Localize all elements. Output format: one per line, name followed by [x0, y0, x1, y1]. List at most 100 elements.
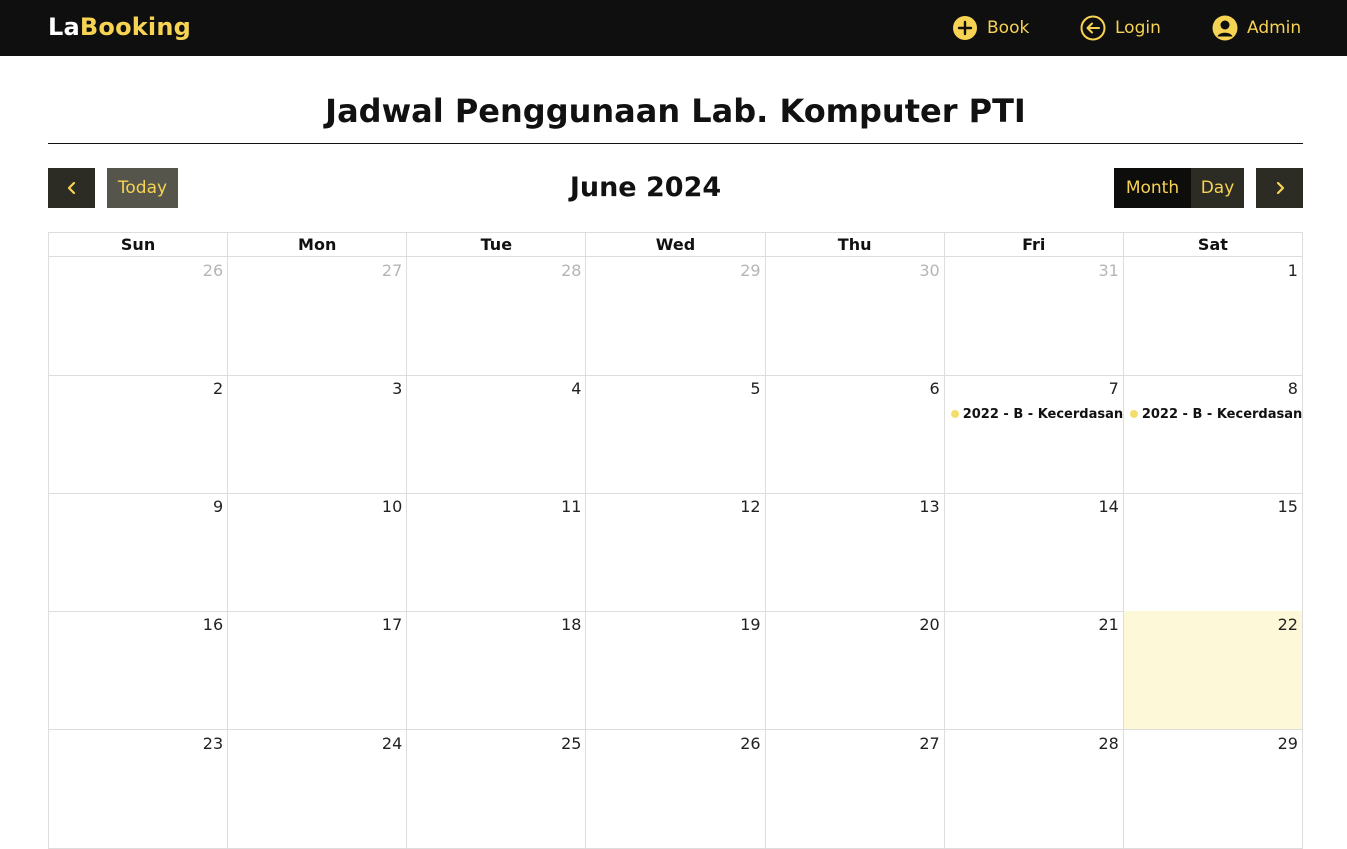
- day-number[interactable]: 26: [740, 734, 760, 753]
- day-number[interactable]: 29: [740, 261, 760, 280]
- day-number[interactable]: 29: [1278, 734, 1298, 753]
- calendar-day-cell[interactable]: 15: [1124, 493, 1303, 611]
- day-number[interactable]: 18: [561, 615, 581, 634]
- calendar-day-cell[interactable]: 29: [586, 257, 766, 375]
- calendar-day-cell[interactable]: 8 2022 - B - Kecerdasan Buatan: [1124, 375, 1303, 493]
- calendar-day-cell-today[interactable]: 22: [1123, 611, 1303, 729]
- day-number[interactable]: 19: [740, 615, 760, 634]
- calendar-day-cell[interactable]: 26: [586, 730, 766, 848]
- day-number[interactable]: 1: [1288, 261, 1298, 280]
- month-view-button[interactable]: Month: [1114, 168, 1191, 208]
- calendar-day-cell[interactable]: 10: [228, 493, 408, 611]
- plus-circle-icon: [953, 16, 977, 40]
- day-number[interactable]: 22: [1278, 615, 1298, 634]
- weekday-header: Tue: [407, 233, 587, 256]
- today-button[interactable]: Today: [107, 168, 178, 208]
- day-number[interactable]: 2: [213, 379, 223, 398]
- calendar-day-cell[interactable]: 27: [228, 257, 408, 375]
- calendar-day-cell[interactable]: 17: [228, 611, 408, 729]
- calendar-event[interactable]: 2022 - B - Kecerdasan Buatan: [950, 405, 1123, 423]
- calendar-day-cell[interactable]: 7 2022 - B - Kecerdasan Buatan: [945, 375, 1124, 493]
- calendar-day-cell[interactable]: 5: [586, 375, 766, 493]
- day-number[interactable]: 16: [203, 615, 223, 634]
- day-number[interactable]: 3: [392, 379, 402, 398]
- calendar-day-cell[interactable]: 18: [407, 611, 587, 729]
- day-number[interactable]: 6: [930, 379, 940, 398]
- day-number[interactable]: 9: [213, 497, 223, 516]
- calendar-day-cell[interactable]: 28: [407, 257, 587, 375]
- calendar-day-cell[interactable]: 9: [49, 493, 229, 611]
- day-number[interactable]: 7: [1109, 379, 1119, 398]
- calendar-day-cell[interactable]: 20: [766, 611, 945, 729]
- day-number[interactable]: 28: [1098, 734, 1118, 753]
- weekday-header: Sat: [1197, 235, 1228, 254]
- title-divider: [48, 143, 1303, 144]
- nav-book-label: Book: [987, 18, 1030, 38]
- day-number[interactable]: 13: [919, 497, 939, 516]
- event-title: 2022 - B - Kecerdasan Buatan: [962, 406, 1123, 422]
- day-view-button[interactable]: Day: [1191, 168, 1244, 208]
- calendar-day-cell[interactable]: 25: [407, 730, 587, 848]
- next-month-button[interactable]: [1256, 168, 1303, 208]
- calendar-day-cell[interactable]: 19: [586, 611, 766, 729]
- calendar-month-title: June 2024: [569, 172, 722, 203]
- page-title: Jadwal Penggunaan Lab. Komputer PTI: [325, 92, 1026, 130]
- day-number[interactable]: 27: [382, 261, 402, 280]
- arrow-left-circle-icon: [1080, 15, 1106, 41]
- day-number[interactable]: 30: [919, 261, 939, 280]
- nav-admin-link[interactable]: Admin: [1212, 14, 1301, 42]
- weekday-header: Wed: [586, 233, 766, 256]
- calendar-week-row: 26 27 28 29 30 31 1: [48, 257, 1303, 376]
- calendar-day-cell[interactable]: 4: [407, 375, 587, 493]
- day-number[interactable]: 25: [561, 734, 581, 753]
- calendar-day-cell[interactable]: 14: [945, 493, 1124, 611]
- calendar-day-cell[interactable]: 24: [228, 730, 408, 848]
- calendar-day-cell[interactable]: 23: [49, 730, 229, 848]
- day-number[interactable]: 20: [919, 615, 939, 634]
- day-number[interactable]: 4: [571, 379, 581, 398]
- calendar-week-row: 9 10 11 12 13 14 15: [48, 493, 1303, 612]
- day-number[interactable]: 26: [203, 261, 223, 280]
- day-number[interactable]: 12: [740, 497, 760, 516]
- calendar-day-cell[interactable]: 26: [49, 257, 229, 375]
- day-number[interactable]: 11: [561, 497, 581, 516]
- calendar-day-cell[interactable]: 1: [1124, 257, 1303, 375]
- calendar-day-cell[interactable]: 6: [766, 375, 945, 493]
- day-number[interactable]: 24: [382, 734, 402, 753]
- weekday-header: Thu: [766, 233, 945, 256]
- brand-logo[interactable]: LaBooking: [48, 13, 191, 41]
- calendar-day-cell[interactable]: 12: [586, 493, 766, 611]
- chevron-left-icon: [67, 181, 75, 195]
- calendar-day-cell[interactable]: 29: [1124, 730, 1303, 848]
- day-number[interactable]: 14: [1098, 497, 1118, 516]
- weekday-header: Fri: [945, 233, 1124, 256]
- calendar-week-row: 2 3 4 5 6 7 2022 - B - Kecerdasan Buatan 8 2022 …: [48, 375, 1303, 494]
- calendar-event[interactable]: 2022 - B - Kecerdasan Buatan: [1129, 405, 1302, 423]
- day-number[interactable]: 23: [203, 734, 223, 753]
- day-number[interactable]: 27: [919, 734, 939, 753]
- day-number[interactable]: 8: [1288, 379, 1298, 398]
- calendar-day-cell[interactable]: 27: [766, 730, 945, 848]
- weekday-header: Mon: [228, 233, 408, 256]
- day-number[interactable]: 15: [1278, 497, 1298, 516]
- day-number[interactable]: 17: [382, 615, 402, 634]
- brand-part-booking: Booking: [79, 13, 192, 41]
- nav-login-link[interactable]: Login: [1080, 14, 1161, 42]
- day-number[interactable]: 28: [561, 261, 581, 280]
- calendar-day-cell[interactable]: 11: [407, 493, 587, 611]
- calendar-day-cell[interactable]: 21: [945, 611, 1124, 729]
- calendar-day-cell[interactable]: 13: [766, 493, 945, 611]
- calendar-day-cell[interactable]: 3: [228, 375, 408, 493]
- nav-login-label: Login: [1115, 18, 1161, 38]
- calendar-day-cell[interactable]: 16: [49, 611, 229, 729]
- nav-book-link[interactable]: Book: [952, 14, 1029, 42]
- prev-month-button[interactable]: [48, 168, 95, 208]
- day-number[interactable]: 5: [750, 379, 760, 398]
- day-number[interactable]: 31: [1098, 261, 1118, 280]
- day-number[interactable]: 10: [382, 497, 402, 516]
- day-number[interactable]: 21: [1098, 615, 1118, 634]
- calendar-day-cell[interactable]: 28: [945, 730, 1124, 848]
- calendar-day-cell[interactable]: 31: [945, 257, 1124, 375]
- calendar-day-cell[interactable]: 30: [766, 257, 945, 375]
- calendar-day-cell[interactable]: 2: [49, 375, 229, 493]
